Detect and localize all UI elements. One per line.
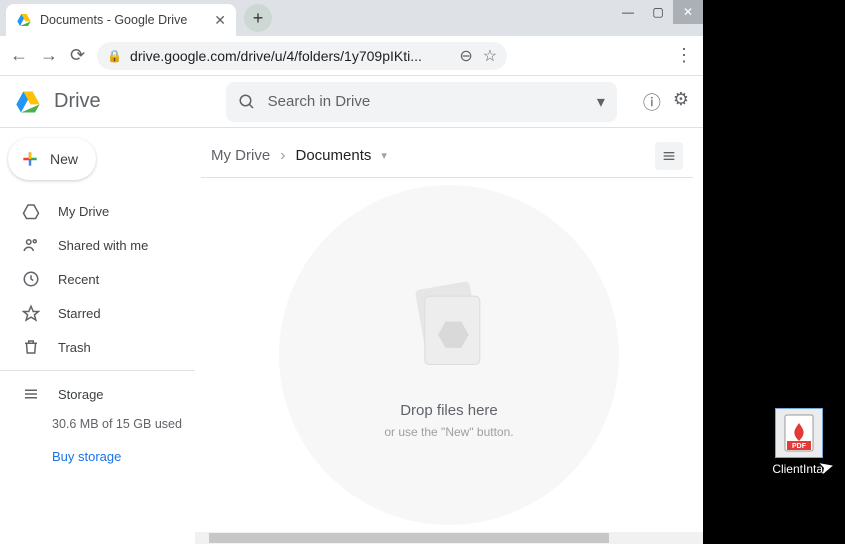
horizontal-scrollbar[interactable]	[195, 532, 703, 544]
search-options-icon[interactable]: ▾	[597, 92, 605, 112]
bookmark-star-icon[interactable]: ☆	[483, 46, 497, 66]
pdf-file-icon: PDF	[775, 408, 823, 458]
sidebar-item-label: Recent	[58, 272, 99, 287]
tab-title: Documents - Google Drive	[40, 13, 206, 27]
search-placeholder: Search in Drive	[268, 93, 585, 110]
browser-window: Documents - Google Drive ✕ + — ▢ ✕ ← → ⟳…	[0, 0, 703, 544]
breadcrumb: My Drive › Documents ▾	[201, 134, 693, 178]
sidebar-item-recent[interactable]: Recent	[0, 262, 195, 296]
back-button[interactable]: ←	[10, 45, 28, 66]
tab-bar: Documents - Google Drive ✕ + — ▢ ✕	[0, 0, 703, 36]
nav-list: My Drive Shared with me Recent Starred T…	[0, 194, 195, 464]
minimize-button[interactable]: —	[613, 0, 643, 24]
shared-icon	[22, 236, 40, 254]
drop-circle: Drop files here or use the "New" button.	[279, 185, 619, 525]
list-icon	[661, 148, 677, 164]
plus-icon	[20, 149, 40, 169]
dropzone-title: Drop files here	[400, 402, 498, 419]
reload-button[interactable]: ⟳	[70, 45, 85, 66]
sidebar-item-starred[interactable]: Starred	[0, 296, 195, 330]
breadcrumb-root[interactable]: My Drive	[211, 147, 270, 164]
drive-logo-icon	[14, 88, 42, 116]
drive-favicon-icon	[16, 12, 32, 28]
drive-header: Drive Search in Drive ▾ ⓘ ⚙	[0, 76, 703, 128]
content-area: New My Drive Shared with me Recent Sta	[0, 128, 703, 544]
new-tab-button[interactable]: +	[244, 4, 272, 32]
sidebar-item-label: My Drive	[58, 204, 109, 219]
svg-text:PDF: PDF	[792, 443, 807, 450]
new-button[interactable]: New	[8, 138, 96, 180]
buy-storage-link[interactable]: Buy storage	[0, 437, 195, 464]
search-icon	[238, 93, 256, 111]
app-name: Drive	[54, 90, 101, 113]
close-window-button[interactable]: ✕	[673, 0, 703, 24]
list-view-toggle[interactable]	[655, 142, 683, 170]
scrollbar-thumb[interactable]	[209, 533, 609, 543]
drop-zone[interactable]: Drop files here or use the "New" button.	[195, 178, 703, 532]
storage-used-text: 30.6 MB of 15 GB used	[0, 411, 195, 437]
search-input[interactable]: Search in Drive ▾	[226, 82, 617, 122]
url-text: drive.google.com/drive/u/4/folders/1y709…	[130, 48, 451, 64]
sidebar-item-label: Storage	[58, 387, 104, 402]
sidebar-item-label: Shared with me	[58, 238, 148, 253]
dropzone-subtitle: or use the "New" button.	[384, 425, 513, 439]
chrome-menu-button[interactable]: ⋮	[675, 45, 693, 66]
url-bar: ← → ⟳ 🔒 drive.google.com/drive/u/4/folde…	[0, 36, 703, 76]
drive-icon	[22, 202, 40, 220]
sidebar-item-label: Starred	[58, 306, 101, 321]
storage-icon	[22, 385, 40, 403]
help-button[interactable]: ⓘ	[643, 89, 661, 115]
settings-button[interactable]: ⚙	[673, 89, 689, 115]
sidebar-item-mydrive[interactable]: My Drive	[0, 194, 195, 228]
clock-icon	[22, 270, 40, 288]
chevron-down-icon[interactable]: ▾	[381, 149, 387, 162]
sidebar: New My Drive Shared with me Recent Sta	[0, 128, 195, 544]
trash-icon	[22, 338, 40, 356]
breadcrumb-current[interactable]: Documents	[296, 147, 372, 164]
chevron-right-icon: ›	[280, 147, 285, 165]
maximize-button[interactable]: ▢	[643, 0, 673, 24]
empty-file-icon	[394, 272, 504, 382]
divider	[0, 370, 195, 371]
sidebar-item-storage[interactable]: Storage	[0, 377, 195, 411]
browser-tab[interactable]: Documents - Google Drive ✕	[6, 4, 236, 36]
omnibox[interactable]: 🔒 drive.google.com/drive/u/4/folders/1y7…	[97, 42, 507, 70]
zoom-icon[interactable]: ⊖	[459, 46, 472, 66]
lock-icon: 🔒	[107, 49, 122, 63]
desktop-area: PDF ClientIntal ➤	[703, 0, 845, 544]
sidebar-item-shared[interactable]: Shared with me	[0, 228, 195, 262]
sidebar-item-trash[interactable]: Trash	[0, 330, 195, 364]
sidebar-item-label: Trash	[58, 340, 91, 355]
close-tab-icon[interactable]: ✕	[214, 12, 226, 29]
new-button-label: New	[50, 151, 78, 167]
main-panel: My Drive › Documents ▾ Drop files here o…	[195, 128, 703, 544]
star-icon	[22, 304, 40, 322]
forward-button[interactable]: →	[40, 45, 58, 66]
window-controls: — ▢ ✕	[613, 0, 703, 24]
